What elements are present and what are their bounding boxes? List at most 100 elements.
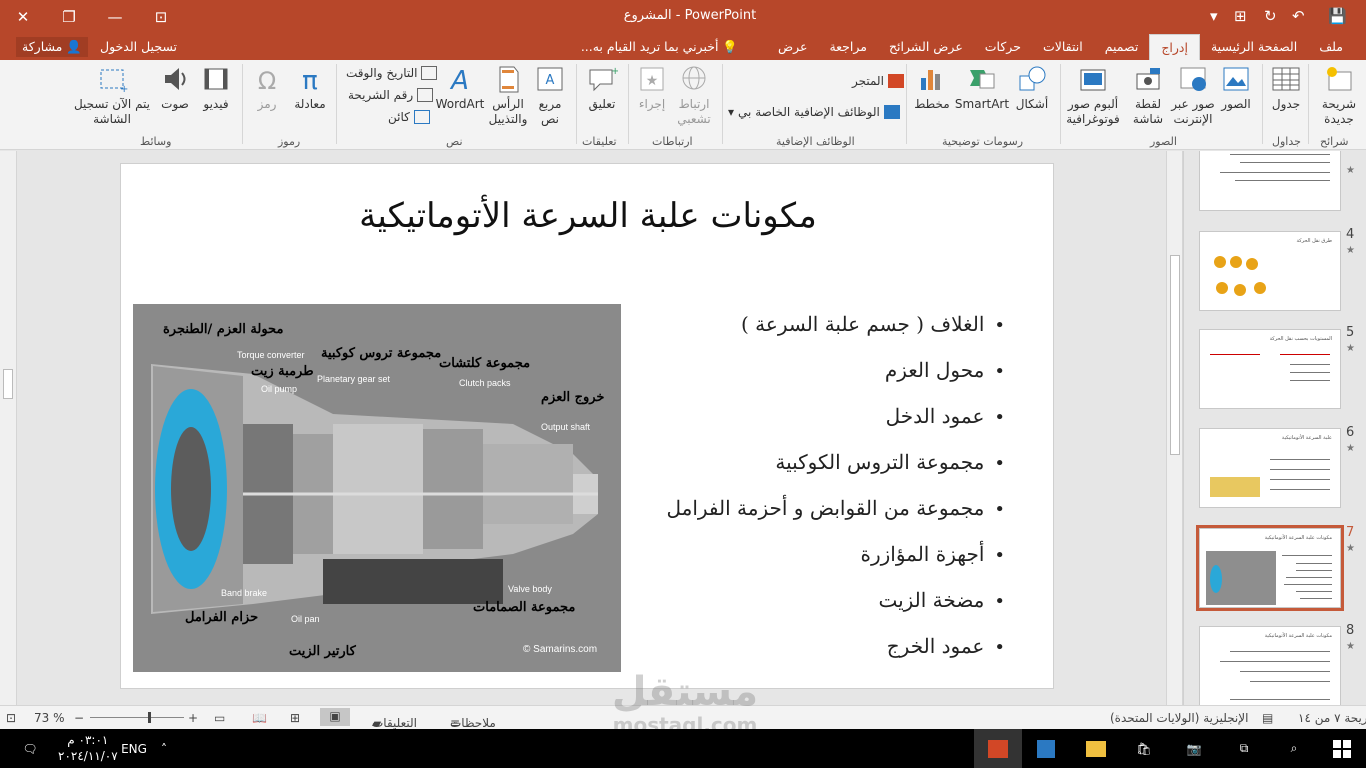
textbox-label: مربع نص	[538, 97, 562, 126]
slide-thumbnail[interactable]: مكونات علبة السرعة الأتوماتيكية	[1199, 626, 1341, 705]
close-icon[interactable]: ✕	[0, 0, 46, 34]
hyperlink-button[interactable]: ارتباط تشعبي	[672, 64, 716, 127]
redo-icon[interactable]: ↻	[1264, 7, 1277, 25]
zoom-slider-thumb[interactable]	[148, 712, 151, 723]
photos-taskbar-icon[interactable]	[1022, 729, 1070, 768]
fit-slide-icon[interactable]: ⊡	[6, 711, 16, 725]
tab-file[interactable]: ملف	[1308, 34, 1354, 60]
input-language[interactable]: ENG	[114, 729, 154, 768]
language-indicator[interactable]: الإنجليزية (الولايات المتحدة)	[1110, 711, 1248, 725]
sign-in-link[interactable]: تسجيل الدخول	[100, 39, 177, 54]
date-time-button[interactable]: التاريخ والوقت	[346, 66, 438, 80]
undo-icon[interactable]: ↶	[1292, 7, 1305, 25]
shapes-button[interactable]: أشكال	[1010, 64, 1054, 112]
label-ar-output: خروج العزم	[541, 390, 605, 405]
share-button[interactable]: مشاركة 👤	[16, 37, 88, 57]
thumbnails-scrollbar[interactable]	[1166, 151, 1183, 705]
spelling-icon[interactable]: ▤	[1262, 711, 1273, 725]
present-icon[interactable]: ⊞	[1234, 7, 1247, 25]
header-footer-button[interactable]: الرأس والتذييل	[484, 64, 532, 127]
audio-button[interactable]: صوت	[156, 64, 194, 112]
equation-button[interactable]: π معادلة	[292, 64, 328, 112]
group-addins-label: الوظائف الإضافية	[776, 135, 855, 148]
transition-star-icon: ★	[1346, 245, 1355, 256]
textbox-button[interactable]: A مربع نص	[530, 64, 570, 127]
thumbnail-number: 7	[1346, 525, 1355, 540]
slide-sorter-icon[interactable]: ⊞	[290, 711, 300, 725]
tell-me-text: أخبرني بما تريد القيام به...	[580, 39, 719, 54]
clock-date: ٢٠٢٤/١١/٠٧	[58, 749, 118, 763]
ribbon-display-icon[interactable]: ⊡	[138, 0, 184, 34]
zoom-out-icon[interactable]: −	[74, 711, 84, 725]
screenshot-button[interactable]: لقطة شاشة	[1126, 64, 1170, 127]
file-explorer-icon[interactable]	[1072, 729, 1120, 768]
slide-number-button[interactable]: رقم الشريحة	[348, 88, 434, 102]
powerpoint-taskbar-icon[interactable]	[974, 729, 1022, 768]
slide-thumbnail[interactable]: علبة السرعة الأتوماتيكية	[1199, 428, 1341, 508]
zoom-level[interactable]: 73 %	[34, 711, 65, 725]
screen-recording-button[interactable]: + يتم الآن تسجيل الشاشة	[70, 64, 154, 127]
slide-thumbnail[interactable]: طرق نقل الحركة	[1199, 231, 1341, 311]
chevron-up-icon[interactable]: ˄	[150, 729, 178, 768]
customize-qat-icon[interactable]: ▾	[1210, 7, 1218, 25]
tab-view[interactable]: عرض	[767, 34, 818, 60]
tell-me-box[interactable]: 💡 أخبرني بما تريد القيام به...	[581, 39, 738, 55]
system-clock[interactable]: ٠٣:٠١ م ٢٠٢٤/١١/٠٧	[58, 732, 118, 764]
new-slide-button[interactable]: شريحة جديدة	[1314, 64, 1364, 127]
slideshow-view-icon[interactable]: ▭	[214, 711, 225, 725]
slide-canvas[interactable]: مكونات علبة السرعة الأتوماتيكية الغلاف (…	[120, 163, 1054, 689]
normal-view-icon[interactable]: ▣	[320, 708, 350, 726]
slide-thumbnail-active[interactable]: مكونات علبة السرعة الأتوماتيكية	[1196, 525, 1344, 611]
search-icon[interactable]: ⌕	[1270, 729, 1318, 768]
symbol-button[interactable]: Ω رمز	[250, 64, 284, 112]
tab-review[interactable]: مراجعة	[818, 34, 878, 60]
header-footer-label: الرأس والتذييل	[488, 97, 528, 126]
editor-vertical-scrollbar[interactable]	[0, 151, 17, 705]
minimize-icon[interactable]: —	[92, 0, 138, 34]
object-button[interactable]: كائن	[388, 110, 430, 124]
my-addins-button[interactable]: الوظائف الإضافية الخاصة بي ▾	[728, 105, 900, 119]
group-separator	[628, 64, 629, 144]
zoom-in-icon[interactable]: +	[188, 711, 198, 725]
reading-view-icon[interactable]: 📖	[252, 711, 267, 725]
online-pictures-button[interactable]: صور عبر الإنترنت	[1170, 64, 1216, 127]
task-view-icon[interactable]: ⧉	[1220, 729, 1268, 768]
restore-icon[interactable]: ❐	[46, 0, 92, 34]
table-button[interactable]: جدول	[1266, 64, 1306, 112]
pictures-button[interactable]: الصور	[1214, 64, 1258, 112]
store-taskbar-icon[interactable]: 🛍	[1120, 729, 1168, 768]
transition-star-icon: ★	[1346, 543, 1355, 554]
slide-title[interactable]: مكونات علبة السرعة الأتوماتيكية	[121, 196, 1055, 236]
group-text-label: نص	[446, 135, 463, 148]
smartart-button[interactable]: SmartArt	[954, 64, 1010, 112]
smartart-label: SmartArt	[954, 97, 1010, 111]
slide-thumbnail[interactable]: المستويات بحسب نقل الحركة	[1199, 329, 1341, 409]
save-icon[interactable]: 💾	[1328, 7, 1347, 25]
video-button[interactable]: فيديو	[196, 64, 236, 112]
scroll-thumb[interactable]	[3, 369, 13, 399]
scroll-thumb[interactable]	[1170, 255, 1180, 455]
svg-text:π: π	[302, 66, 318, 94]
photo-album-button[interactable]: ألبوم صور فوتوغرافية	[1064, 64, 1122, 127]
start-windows-icon[interactable]	[1318, 729, 1366, 768]
tab-home[interactable]: الصفحة الرئيسية	[1200, 34, 1308, 60]
tab-design[interactable]: تصميم	[1094, 34, 1150, 60]
new-comment-button[interactable]: + تعليق	[582, 64, 622, 112]
label-ar-valve: مجموعة الصمامات	[473, 600, 576, 615]
zoom-slider[interactable]	[90, 712, 184, 723]
slide-thumbnail[interactable]	[1199, 151, 1341, 211]
tab-slideshow[interactable]: عرض الشرائح	[878, 34, 974, 60]
action-button[interactable]: ★ إجراء	[634, 64, 670, 112]
tab-animations[interactable]: حركات	[974, 34, 1032, 60]
group-separator	[1262, 64, 1263, 144]
chart-button[interactable]: مخطط	[912, 64, 952, 112]
transmission-photo[interactable]: Torque converter Oil pump Planetary gear…	[133, 304, 621, 672]
wordart-icon: A	[449, 66, 469, 94]
tab-insert[interactable]: إدراج	[1149, 34, 1200, 60]
wordart-button[interactable]: A WordArt	[434, 64, 486, 112]
windows-logo	[1333, 739, 1351, 758]
camera-taskbar-icon[interactable]: 📷	[1170, 729, 1218, 768]
store-button[interactable]: المتجر	[852, 74, 904, 88]
notification-icon[interactable]: 🗨	[10, 729, 50, 768]
tab-transitions[interactable]: انتقالات	[1032, 34, 1094, 60]
